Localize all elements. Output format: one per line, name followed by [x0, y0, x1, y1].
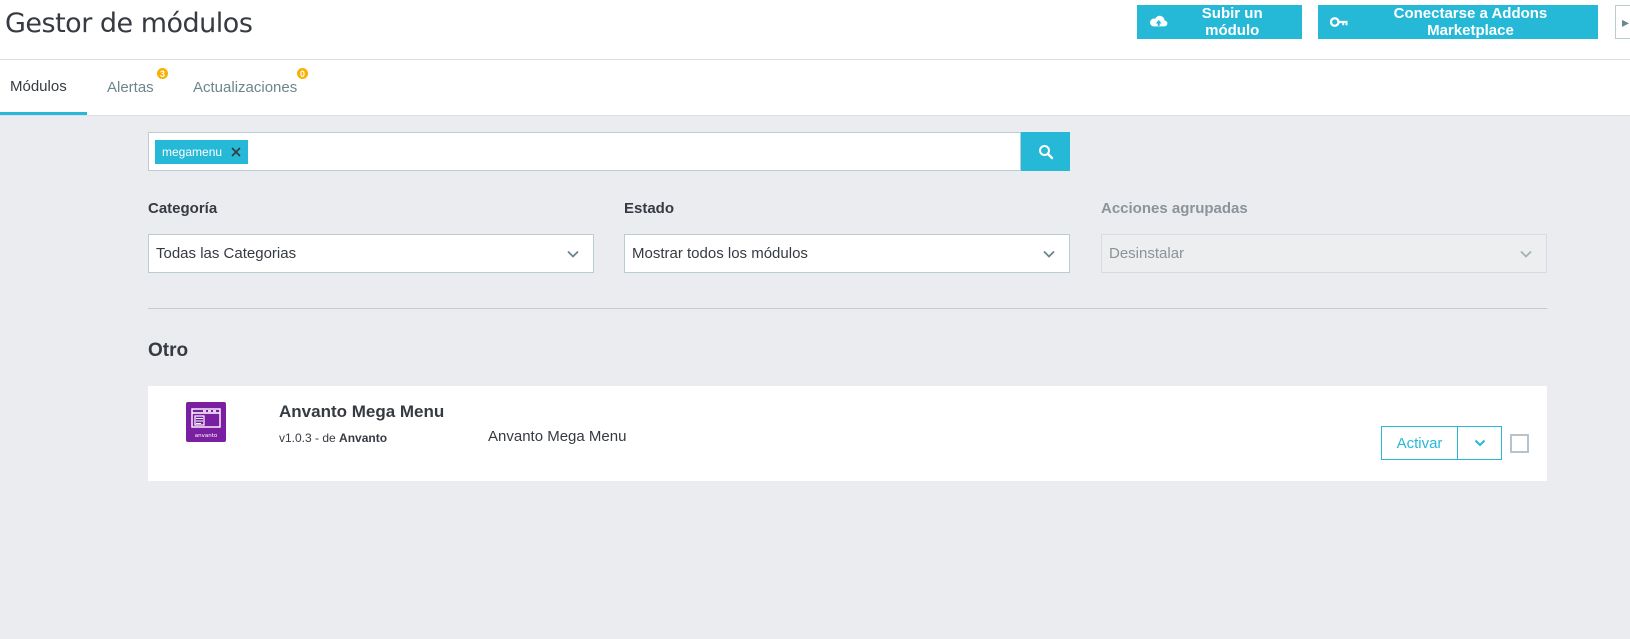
status-filter-label: Estado	[624, 200, 675, 217]
bulk-actions-label: Acciones agrupadas	[1101, 200, 1248, 217]
tab-updates-label: Actualizaciones	[193, 79, 298, 96]
help-button-partial[interactable]: ▸	[1615, 5, 1630, 39]
page-title: Gestor de módulos	[5, 8, 253, 39]
tab-updates[interactable]: Actualizaciones 0	[183, 60, 308, 115]
module-logo-text: anvanto	[195, 433, 218, 439]
chevron-down-icon	[1043, 250, 1055, 258]
alerts-count-badge: 3	[157, 68, 168, 79]
category-select-value: Todas las Categorias	[156, 245, 297, 262]
section-title: Otro	[148, 340, 189, 361]
search-tag: megamenu	[155, 140, 249, 164]
connect-addons-button[interactable]: Conectarse a Addons Marketplace	[1318, 5, 1598, 39]
module-row: anvanto Anvanto Mega Menu v1.0.3 - de An…	[148, 386, 1547, 481]
module-tabs: Módulos Alertas 3 Actualizaciones 0	[0, 60, 1630, 116]
search-tag-label: megamenu	[162, 145, 223, 159]
module-select-checkbox[interactable]	[1510, 434, 1529, 453]
bulk-actions-select: Desinstalar	[1101, 234, 1547, 273]
module-description: Anvanto Mega Menu	[488, 428, 627, 445]
activate-button[interactable]: Activar	[1381, 426, 1458, 460]
search-icon	[1038, 144, 1053, 159]
updates-count-badge: 0	[297, 68, 308, 79]
category-filter-label: Categoría	[148, 200, 218, 217]
module-version: v1.0.3 - de	[279, 431, 336, 445]
tab-alerts-label: Alertas	[107, 79, 154, 96]
menu-layout-icon: anvanto	[191, 408, 221, 439]
module-meta: v1.0.3 - de Anvanto	[279, 431, 387, 445]
upload-module-label: Subir un módulo	[1201, 5, 1263, 39]
tab-modules[interactable]: Módulos	[0, 60, 87, 115]
page-header: Gestor de módulos Subir un módulo Conect…	[0, 0, 1630, 60]
bulk-actions-value: Desinstalar	[1109, 245, 1185, 262]
module-name: Anvanto Mega Menu	[279, 402, 445, 421]
search-button[interactable]	[1021, 132, 1070, 171]
divider	[148, 308, 1547, 309]
key-icon	[1330, 17, 1348, 27]
module-actions-dropdown[interactable]	[1457, 426, 1502, 460]
cloud-upload-icon	[1150, 15, 1168, 27]
chevron-down-icon	[1474, 439, 1485, 447]
status-select[interactable]: Mostrar todos los módulos	[624, 234, 1070, 273]
tab-alerts[interactable]: Alertas 3	[97, 60, 168, 115]
tab-modules-label: Módulos	[10, 77, 67, 95]
chevron-down-icon	[1520, 250, 1532, 258]
connect-addons-label: Conectarse a Addons Marketplace	[1393, 5, 1548, 39]
module-search-input[interactable]: megamenu	[148, 132, 1021, 171]
module-logo: anvanto	[186, 402, 226, 442]
close-icon[interactable]	[230, 146, 242, 158]
module-author: Anvanto	[339, 431, 388, 445]
chevron-down-icon	[567, 250, 579, 258]
upload-module-button[interactable]: Subir un módulo	[1137, 5, 1302, 39]
category-select[interactable]: Todas las Categorias	[148, 234, 594, 273]
status-select-value: Mostrar todos los módulos	[632, 245, 808, 262]
